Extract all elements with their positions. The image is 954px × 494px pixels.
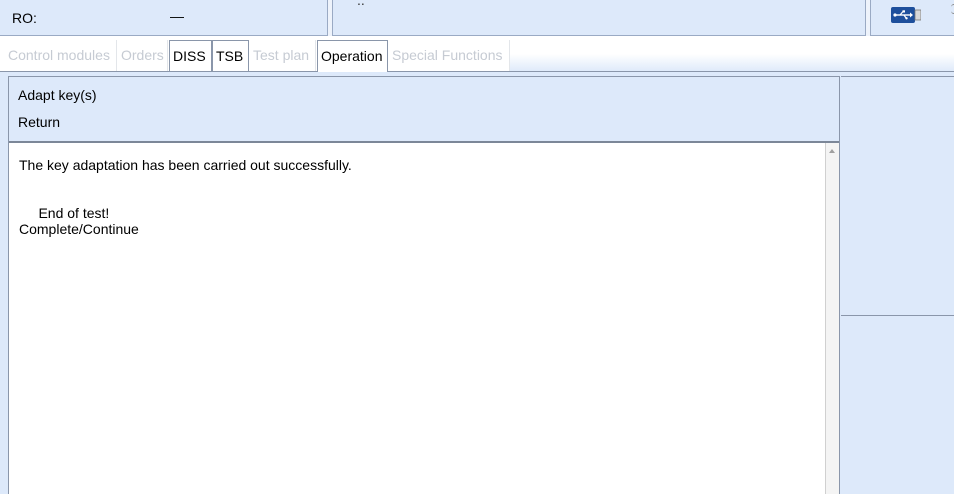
tab-special-functions[interactable]: Special Functions [389, 40, 510, 72]
tab-test-plan[interactable]: Test plan [250, 40, 316, 72]
tab-tsb[interactable]: TSB [212, 40, 249, 72]
tab-orders[interactable]: Orders [118, 40, 168, 72]
main-area: Adapt key(s) Return The key adaptation h… [0, 72, 954, 494]
tab-control-modules[interactable]: Control modules [5, 40, 117, 72]
header-mid-text: .. [357, 0, 365, 8]
usb-icon[interactable] [891, 6, 921, 24]
operation-pane: Adapt key(s) Return The key adaptation h… [8, 76, 840, 494]
header-info-panel: RO: — [0, 0, 328, 36]
tab-bar-fill [510, 54, 954, 72]
ro-value: — [170, 8, 184, 24]
header-vehicle-panel: .. [332, 0, 866, 36]
tab-operation[interactable]: Operation [317, 40, 388, 72]
side-panel-bottom [841, 318, 954, 494]
header-status-panel [870, 0, 954, 36]
result-text-panel: The key adaptation has been carried out … [9, 141, 839, 494]
return-menu-item[interactable]: Return [18, 114, 60, 134]
side-panel-top [841, 76, 954, 316]
ro-label: RO: [12, 10, 37, 26]
tab-diss[interactable]: DISS [169, 40, 212, 72]
adapt-keys-menu-item[interactable]: Adapt key(s) [18, 87, 97, 107]
scroll-up-arrow-icon[interactable] [829, 149, 835, 153]
result-message: The key adaptation has been carried out … [19, 157, 352, 237]
vertical-scrollbar[interactable] [825, 143, 839, 494]
